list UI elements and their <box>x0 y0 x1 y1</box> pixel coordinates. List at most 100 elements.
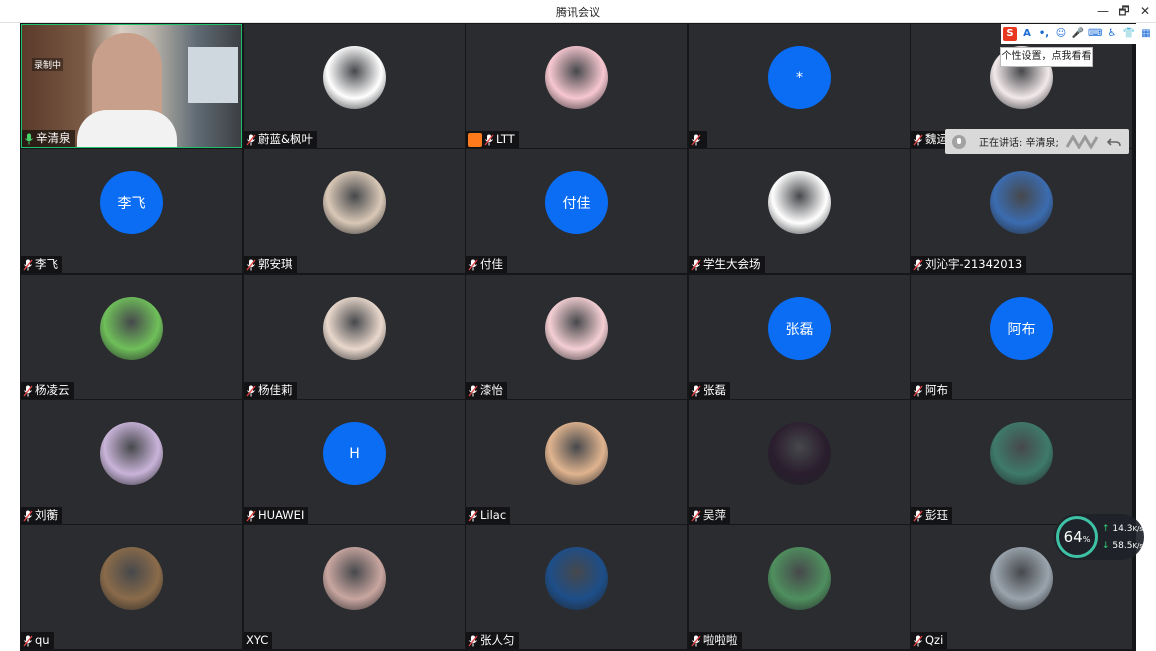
participant-nameplate: 郭安琪 <box>244 256 297 273</box>
participant-tile[interactable]: 刘蘅 <box>21 400 242 524</box>
avatar-initials: * <box>768 46 831 109</box>
participant-name: 啦啦啦 <box>703 633 738 647</box>
participant-nameplate: 杨凌云 <box>21 382 74 399</box>
mic-muted-icon <box>913 259 923 270</box>
participant-nameplate: LTT <box>466 131 519 148</box>
participant-name: XYC <box>246 633 269 647</box>
participant-tile[interactable]: 啦啦啦 <box>689 525 910 649</box>
avatar-image <box>100 297 163 360</box>
participant-tile[interactable]: 蔚蓝&枫叶 <box>244 24 465 148</box>
voice-icon[interactable]: 🎤 <box>1071 27 1085 41</box>
speaking-indicator: 正在讲话: 辛清泉; <box>945 129 1129 154</box>
participant-name: HUAWEI <box>258 508 305 522</box>
minimize-button[interactable]: — <box>1092 2 1114 20</box>
participant-nameplate: 张人匀 <box>466 632 519 649</box>
avatar-image <box>545 547 608 610</box>
participant-tile[interactable]: qu <box>21 525 242 649</box>
participant-nameplate: 学生大会场 <box>689 256 765 273</box>
participant-tile[interactable]: * <box>689 24 910 148</box>
participant-name: 辛清泉 <box>36 131 71 145</box>
participant-tile[interactable]: 李飞 李飞 <box>21 149 242 273</box>
participant-name: 刘沁宇-21342013 <box>925 257 1023 271</box>
skin-icon[interactable]: 👕 <box>1122 27 1136 41</box>
participant-tile[interactable]: 学生大会场 <box>689 149 910 273</box>
participant-name: qu <box>35 633 50 647</box>
mic-muted-icon <box>468 259 478 270</box>
participant-tile[interactable]: 刘沁宇-21342013 <box>911 149 1132 273</box>
mic-muted-icon <box>484 134 494 145</box>
mic-muted-icon <box>23 510 33 521</box>
participant-nameplate: 彭珏 <box>911 507 952 524</box>
mic-on-icon <box>25 133 33 144</box>
participant-nameplate: Qzi <box>911 632 948 649</box>
participant-tile[interactable]: 张磊 张磊 <box>689 275 910 399</box>
mic-muted-icon <box>691 134 701 145</box>
font-icon[interactable]: A <box>1020 27 1034 41</box>
mic-muted-icon <box>691 510 701 521</box>
mic-muted-icon <box>468 635 478 646</box>
participant-tile[interactable]: 杨佳莉 <box>244 275 465 399</box>
mic-muted-icon <box>23 259 33 270</box>
participant-name: 郭安琪 <box>258 257 293 271</box>
participant-name: LTT <box>496 132 515 146</box>
audio-wave-icon <box>1065 134 1099 149</box>
participant-name: 吴萍 <box>703 508 726 522</box>
mic-muted-icon <box>691 635 701 646</box>
participant-tile[interactable]: 吴萍 <box>689 400 910 524</box>
sogou-logo-icon[interactable]: S <box>1003 27 1017 41</box>
participant-tile[interactable]: Lilac <box>466 400 687 524</box>
restore-button[interactable]: 🗗 <box>1113 2 1135 20</box>
participant-tile[interactable]: 录制中 辛清泉 <box>21 24 242 148</box>
mic-muted-icon <box>246 385 256 396</box>
punctuation-icon[interactable]: •, <box>1037 27 1051 41</box>
close-button[interactable]: ✕ <box>1134 2 1156 20</box>
mic-muted-icon <box>691 259 701 270</box>
accessibility-icon[interactable]: ♿ <box>1105 27 1119 41</box>
collapse-icon[interactable] <box>1107 135 1121 149</box>
toolbox-icon[interactable]: ▦ <box>1139 27 1153 41</box>
participant-name: Qzi <box>925 633 944 647</box>
speaking-label: 正在讲话: 辛清泉; <box>979 138 1059 149</box>
participant-nameplate: 蔚蓝&枫叶 <box>244 131 317 148</box>
participant-tile[interactable]: 郭安琪 <box>244 149 465 273</box>
avatar-initials: 付佳 <box>545 171 608 234</box>
participant-nameplate: HUAWEI <box>244 507 309 524</box>
mic-muted-icon <box>246 510 256 521</box>
window-title: 腾讯会议 <box>556 6 600 19</box>
participant-nameplate: 辛清泉 <box>22 130 75 147</box>
participant-tile[interactable]: 付佳 付佳 <box>466 149 687 273</box>
avatar-image <box>323 297 386 360</box>
participant-name: 刘蘅 <box>35 508 58 522</box>
avatar-initials: H <box>323 422 386 485</box>
avatar-image <box>768 547 831 610</box>
participant-tile[interactable]: 阿布 阿布 <box>911 275 1132 399</box>
participant-nameplate: 啦啦啦 <box>689 632 742 649</box>
mic-muted-icon <box>23 385 33 396</box>
network-speed-widget[interactable]: 64% ↑ 14.3K/s ↓ 58.5K/s <box>1054 514 1144 560</box>
avatar-image <box>323 547 386 610</box>
participant-tile[interactable]: LTT <box>466 24 687 148</box>
participant-nameplate: 阿布 <box>911 382 952 399</box>
participant-tile[interactable]: H HUAWEI <box>244 400 465 524</box>
participant-name: 杨凌云 <box>35 383 70 397</box>
participant-tile[interactable]: 杨凌云 <box>21 275 242 399</box>
participant-nameplate: 刘沁宇-21342013 <box>911 256 1027 273</box>
participant-tile[interactable]: 张人匀 <box>466 525 687 649</box>
keyboard-icon[interactable]: ⌨ <box>1088 27 1102 41</box>
participant-nameplate: 杨佳莉 <box>244 382 297 399</box>
participant-nameplate: Lilac <box>466 507 511 524</box>
emoji-icon[interactable]: ☺ <box>1054 27 1068 41</box>
participant-tile[interactable]: 彭珏 <box>911 400 1132 524</box>
avatar-initials: 阿布 <box>990 297 1053 360</box>
window-titlebar: 腾讯会议 — 🗗 ✕ <box>0 0 1156 23</box>
avatar-image <box>100 422 163 485</box>
participant-nameplate: 李飞 <box>21 256 62 273</box>
participant-nameplate <box>689 131 707 148</box>
participant-tile[interactable]: XYC <box>244 525 465 649</box>
participant-name: 蔚蓝&枫叶 <box>258 132 313 146</box>
mic-muted-icon <box>913 134 923 145</box>
speaker-avatar-icon <box>952 134 966 149</box>
participant-name: 付佳 <box>480 257 503 271</box>
participant-tile[interactable]: 漆怡 <box>466 275 687 399</box>
avatar-image <box>323 171 386 234</box>
